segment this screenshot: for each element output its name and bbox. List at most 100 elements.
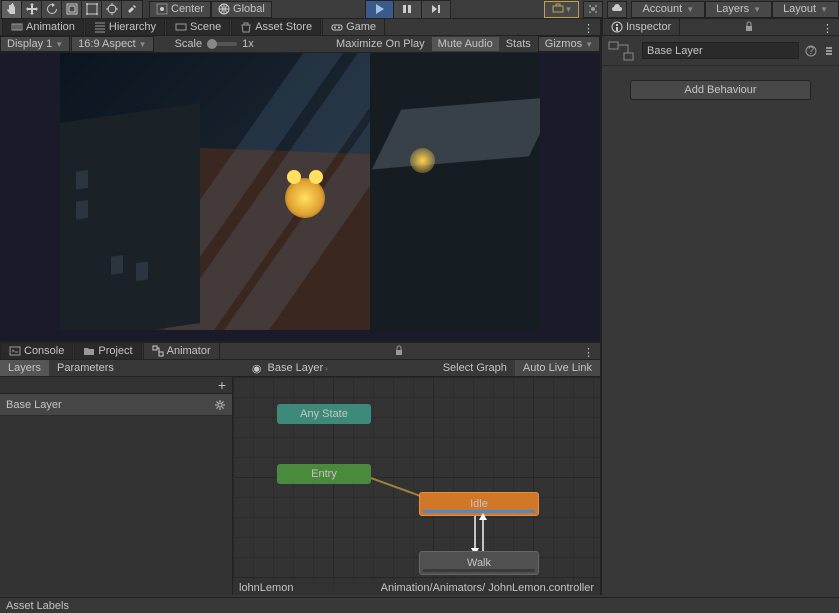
- console-icon: [9, 345, 21, 357]
- scene-icon: [175, 21, 187, 33]
- display-dropdown[interactable]: Display 1▼: [0, 36, 70, 52]
- tab-label: Layers: [8, 362, 41, 374]
- add-layer-button[interactable]: +: [218, 377, 226, 393]
- transition-idle-walk[interactable]: [474, 516, 476, 551]
- tab-game[interactable]: Game: [322, 18, 385, 35]
- rect-tool[interactable]: [82, 1, 102, 18]
- services-button[interactable]: [583, 1, 603, 18]
- auto-live-link-toggle[interactable]: Auto Live Link: [515, 360, 600, 376]
- menu-icon: ⋮: [583, 23, 594, 35]
- hand-tool[interactable]: [2, 1, 22, 18]
- transition-walk-idle[interactable]: [482, 516, 484, 551]
- move-tool[interactable]: [22, 1, 42, 18]
- bottom-tab-bar: Console Project Animator ⋮: [0, 343, 600, 360]
- visibility-icon[interactable]: ◉: [252, 362, 262, 375]
- scale-label: Scale: [175, 38, 203, 50]
- mute-audio-toggle[interactable]: Mute Audio: [432, 37, 499, 51]
- parameters-tab[interactable]: Parameters: [49, 360, 122, 376]
- account-dropdown[interactable]: Account▼: [631, 1, 705, 18]
- tab-label: Hierarchy: [109, 21, 156, 33]
- dropdown-arrow-icon: ▼: [565, 5, 573, 14]
- tab-menu-button[interactable]: ⋮: [577, 22, 600, 35]
- cloud-button[interactable]: [607, 1, 627, 18]
- svg-text:?: ?: [808, 45, 814, 57]
- lock-icon: [393, 344, 405, 356]
- tab-asset-store[interactable]: Asset Store: [231, 18, 321, 35]
- gear-icon[interactable]: [214, 399, 226, 411]
- state-name-field[interactable]: Base Layer: [642, 42, 799, 59]
- inspector-lock-button[interactable]: [739, 20, 759, 35]
- footer-object-name: lohnLemon: [239, 582, 293, 594]
- layer-row[interactable]: Base Layer: [0, 394, 232, 416]
- tab-project[interactable]: Project: [74, 342, 141, 359]
- tab-menu-button[interactable]: ⋮: [816, 22, 839, 35]
- custom-tool[interactable]: [122, 1, 142, 18]
- tab-label: Inspector: [626, 21, 671, 33]
- tab-hierarchy[interactable]: Hierarchy: [85, 18, 165, 35]
- stats-toggle[interactable]: Stats: [500, 37, 537, 51]
- field-value: Base Layer: [647, 45, 703, 57]
- tab-animator[interactable]: Animator: [143, 342, 220, 359]
- help-icon[interactable]: ?: [805, 45, 817, 57]
- preset-icon[interactable]: [823, 45, 835, 57]
- aspect-dropdown[interactable]: 16:9 Aspect▼: [71, 36, 153, 52]
- handle-rotation-button[interactable]: Global: [211, 1, 272, 18]
- pivot-mode-button[interactable]: Center: [149, 1, 211, 18]
- collab-button[interactable]: ▼: [544, 1, 580, 18]
- button-label: Add Behaviour: [684, 84, 756, 96]
- select-graph-button[interactable]: Select Graph: [435, 360, 515, 376]
- tab-label: Animation: [26, 21, 75, 33]
- game-icon: [331, 21, 343, 33]
- inspector-panel: Inspector ⋮ Base Layer ? Add Behaviour A…: [600, 19, 839, 595]
- gizmos-dropdown[interactable]: Gizmos▼: [538, 36, 600, 52]
- maximize-on-play-toggle[interactable]: Maximize On Play: [330, 37, 431, 51]
- dropdown-arrow-icon: ▼: [55, 40, 63, 49]
- game-view-toolbar: Display 1▼ 16:9 Aspect▼ Scale 1x Maximiz…: [0, 36, 600, 53]
- play-button[interactable]: [366, 1, 394, 18]
- pause-icon: [401, 3, 413, 15]
- store-icon: [240, 21, 252, 33]
- tab-scene[interactable]: Scene: [166, 18, 230, 35]
- rendered-scene: [60, 53, 540, 330]
- inspector-header: Base Layer ?: [602, 36, 839, 66]
- menu-icon: ⋮: [583, 347, 594, 359]
- add-behaviour-button[interactable]: Add Behaviour: [630, 80, 811, 100]
- hierarchy-icon: [94, 21, 106, 33]
- panel-lock-button[interactable]: [389, 344, 409, 359]
- menu-icon: ⋮: [822, 23, 833, 35]
- tab-console[interactable]: Console: [0, 342, 73, 359]
- node-entry[interactable]: Entry: [277, 464, 371, 484]
- dropdown-arrow-icon: ▼: [139, 40, 147, 49]
- global-icon: [218, 3, 230, 15]
- tab-animation[interactable]: Animation: [2, 18, 84, 35]
- transform-tool[interactable]: [102, 1, 122, 18]
- layout-dropdown[interactable]: Layout▼: [772, 1, 839, 18]
- handle-label: Global: [233, 3, 265, 15]
- dropdown-arrow-icon: ▼: [585, 40, 593, 49]
- tab-inspector[interactable]: Inspector: [602, 18, 680, 35]
- scale-tool[interactable]: [62, 1, 82, 18]
- breadcrumb[interactable]: Base Layer: [268, 362, 324, 374]
- tab-label: Console: [24, 345, 64, 357]
- layers-dropdown[interactable]: Layers▼: [705, 1, 772, 18]
- tab-label: Parameters: [57, 362, 114, 374]
- pause-button[interactable]: [394, 1, 422, 18]
- scale-slider[interactable]: [207, 42, 237, 46]
- node-label: Any State: [300, 408, 348, 420]
- step-button[interactable]: [422, 1, 450, 18]
- state-machine-graph[interactable]: Any State Entry Idle Walk lohnLemon Anim…: [233, 377, 600, 595]
- layers-tab[interactable]: Layers: [0, 360, 49, 376]
- node-any-state[interactable]: Any State: [277, 404, 371, 424]
- toggle-label: Mute Audio: [438, 38, 493, 50]
- node-walk[interactable]: Walk: [419, 551, 539, 575]
- layers-panel: + Base Layer: [0, 377, 233, 595]
- state-machine-icon: [606, 40, 636, 62]
- asset-labels-section[interactable]: Asset Labels: [0, 597, 839, 613]
- game-viewport[interactable]: [0, 53, 600, 341]
- tab-label: Scene: [190, 21, 221, 33]
- button-label: Select Graph: [443, 362, 507, 374]
- play-icon: [373, 3, 385, 15]
- animator-toolbar: Layers Parameters ◉ Base Layer › Select …: [0, 360, 600, 377]
- rotate-tool[interactable]: [42, 1, 62, 18]
- tab-menu-button[interactable]: ⋮: [577, 346, 600, 359]
